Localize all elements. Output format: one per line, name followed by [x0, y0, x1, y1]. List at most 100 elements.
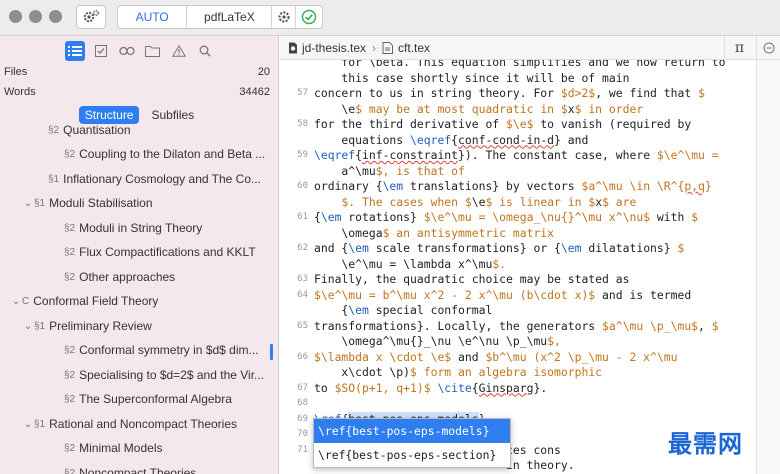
code-text: $\lambda x \cdot \e$ and $b^\mu (x^2 \p_… — [314, 349, 678, 364]
section-level-marker: §2 — [64, 148, 76, 160]
search-icon — [199, 45, 211, 57]
code-text: and {\em scale transformations} or {\em … — [314, 241, 685, 255]
code-text: x\cdot \p)$ form an algebra isomorphic — [314, 365, 603, 379]
files-stat: Files 20 — [4, 66, 270, 78]
code-line: 63 Finally, the quadratic choice may be s… — [280, 272, 756, 288]
section-level-marker: §2 — [64, 271, 76, 283]
outline-item[interactable]: §2 Conformal symmetry in $d$ dim... — [0, 339, 270, 361]
breadcrumb-main-file[interactable]: jd-thesis.tex — [288, 41, 366, 55]
outline-item[interactable]: §2 Noncompact Theories — [0, 462, 270, 474]
line-number: 58 — [297, 119, 308, 129]
line-number: 69 — [297, 413, 308, 424]
autocomplete-item[interactable]: \ref{best-pos-eps-models} — [314, 419, 510, 443]
line-number: 60 — [297, 181, 308, 191]
section-level-marker: C — [22, 295, 30, 307]
code-line: 68 — [280, 396, 756, 412]
words-stat: Words 34462 — [4, 86, 270, 98]
code-text: concern to us in string theory. For $d>2… — [314, 86, 705, 100]
chevron-down-icon[interactable]: ⌄ — [22, 198, 34, 209]
outline-item-label: Rational and Noncompact Theories — [49, 417, 238, 431]
section-level-marker: §2 — [64, 442, 76, 454]
outline-item[interactable]: ⌄ §1 Preliminary Review — [0, 315, 270, 337]
editor-breadcrumb-bar: jd-thesis.tex › cft.tex — [280, 36, 780, 60]
line-number: 67 — [297, 382, 308, 393]
files-view-button[interactable] — [143, 41, 163, 61]
code-text: \omega$ an antisymmetric matrix — [314, 225, 555, 240]
engine-select[interactable]: pdfLaTeX — [187, 6, 273, 28]
code-line: \e^\mu = \lambda x^\mu$. — [280, 257, 756, 273]
code-line: \e$ may be at most quadratic in $x$ in o… — [280, 102, 756, 118]
section-level-marker: §2 — [64, 246, 76, 258]
watermark-logo: 最需网 — [668, 430, 743, 458]
timer-button[interactable] — [756, 36, 780, 60]
autocomplete-item[interactable]: \ref{best-pos-eps-section} — [314, 443, 510, 467]
outline-item-label: Other approaches — [79, 270, 176, 284]
outline-item[interactable]: §1 Inflationary Cosmology and The Co... — [0, 168, 270, 190]
code-text: $\e^\mu = b^\mu x^2 - 2 x^\mu (b\cdot x)… — [314, 287, 692, 302]
code-text: for the third derivative of $\e$ to vani… — [314, 117, 692, 131]
code-line: equations \eqref{conf-cond-in-d} and — [280, 133, 756, 149]
outline-scroll-indicator[interactable] — [270, 344, 273, 360]
section-level-marker: §2 — [64, 467, 76, 474]
outline-item-label: Conformal symmetry in $d$ dim... — [79, 343, 259, 357]
code-line: for \beta. This equation simplifies and … — [280, 60, 756, 71]
line-number: 66 — [297, 351, 308, 362]
outline-item[interactable]: ⌄ §1 Rational and Noncompact Theories — [0, 413, 270, 435]
section-level-marker: §2 — [64, 369, 76, 381]
line-number: 71 — [297, 444, 308, 455]
code-line: 59 \eqref{inf-constraint}). The constant … — [280, 148, 756, 164]
outline-item[interactable]: §2 Other approaches — [0, 266, 270, 288]
minimize-window-button[interactable] — [29, 10, 42, 23]
sidebar-icon-bar — [0, 40, 278, 62]
outline-item-label: Quantisation — [63, 123, 131, 137]
close-window-button[interactable] — [9, 10, 22, 23]
outline-item[interactable]: §2 The Superconformal Algebra — [0, 388, 270, 410]
outline-item-label: Coupling to the Dilaton and Beta ... — [79, 147, 266, 161]
typeset-settings-button[interactable] — [272, 6, 297, 28]
chevron-down-icon[interactable]: ⌄ — [22, 419, 34, 430]
code-editor[interactable]: for \beta. This equation simplifies and … — [280, 60, 756, 474]
code-line: 61 {\em rotations} $\e^\mu = \omega_\nu{}… — [280, 210, 756, 226]
todo-view-button[interactable] — [91, 41, 111, 61]
outline-item-label: Moduli Stabilisation — [49, 196, 153, 210]
line-number: 61 — [297, 212, 308, 222]
chevron-down-icon[interactable]: ⌄ — [22, 321, 34, 332]
outline-item-label: Inflationary Cosmology and The Co... — [63, 172, 262, 186]
autocomplete-popup: \ref{best-pos-eps-models} \ref{best-pos-… — [313, 418, 511, 468]
chevron-down-icon[interactable]: ⌄ — [10, 296, 22, 307]
engine-mode-button[interactable]: AUTO — [118, 6, 188, 28]
outline-item[interactable]: ⌄ §1 Moduli Stabilisation — [0, 192, 270, 214]
code-line: 67 to $SO(p+1, q+1)$ \cite{Ginsparg}. — [280, 381, 756, 397]
line-number: 63 — [297, 274, 308, 284]
section-level-marker: §1 — [34, 418, 46, 430]
outline-item-label: Minimal Models — [79, 441, 163, 455]
check-circle-icon — [301, 9, 317, 25]
outline-item-label: Preliminary Review — [49, 319, 152, 333]
code-line: a^\mu$, is that of — [280, 164, 756, 180]
symbols-button[interactable]: π — [724, 36, 754, 60]
outline-item[interactable]: §2 Quantisation — [0, 119, 270, 141]
links-view-button[interactable] — [117, 41, 137, 61]
code-line: \omega^\mu{}_\nu \e^\nu \p_\mu$, — [280, 334, 756, 350]
section-level-marker: §1 — [34, 197, 46, 209]
outline-item[interactable]: §2 Flux Compactifications and KKLT — [0, 241, 270, 263]
zoom-window-button[interactable] — [49, 10, 62, 23]
typeset-status-button[interactable] — [296, 6, 322, 28]
code-text: for \beta. This equation simplifies and … — [314, 60, 726, 69]
structure-view-button[interactable] — [64, 41, 85, 61]
code-text: ordinary {\em translations} by vectors $… — [314, 179, 712, 193]
outline-item[interactable]: §2 Moduli in String Theory — [0, 217, 270, 239]
code-text: \omega^\mu{}_\nu \e^\nu \p_\mu$, — [314, 334, 561, 348]
outline-item[interactable]: §2 Coupling to the Dilaton and Beta ... — [0, 143, 270, 165]
folder-icon — [145, 46, 160, 57]
search-view-button[interactable] — [195, 41, 215, 61]
breadcrumb-current-file[interactable]: cft.tex — [382, 41, 430, 55]
code-line: this case shortly since it will be of ma… — [280, 71, 756, 87]
outline-item-label: Specialising to $d=2$ and the Vir... — [79, 368, 265, 382]
issues-view-button[interactable] — [169, 41, 189, 61]
outline-item[interactable]: §2 Specialising to $d=2$ and the Vir... — [0, 364, 270, 386]
code-text: to $SO(p+1, q+1)$ \cite{Ginsparg}. — [314, 380, 548, 395]
outline-item[interactable]: §2 Minimal Models — [0, 437, 270, 459]
settings-button[interactable] — [76, 5, 106, 29]
outline-item[interactable]: ⌄ C Conformal Field Theory — [0, 290, 270, 312]
